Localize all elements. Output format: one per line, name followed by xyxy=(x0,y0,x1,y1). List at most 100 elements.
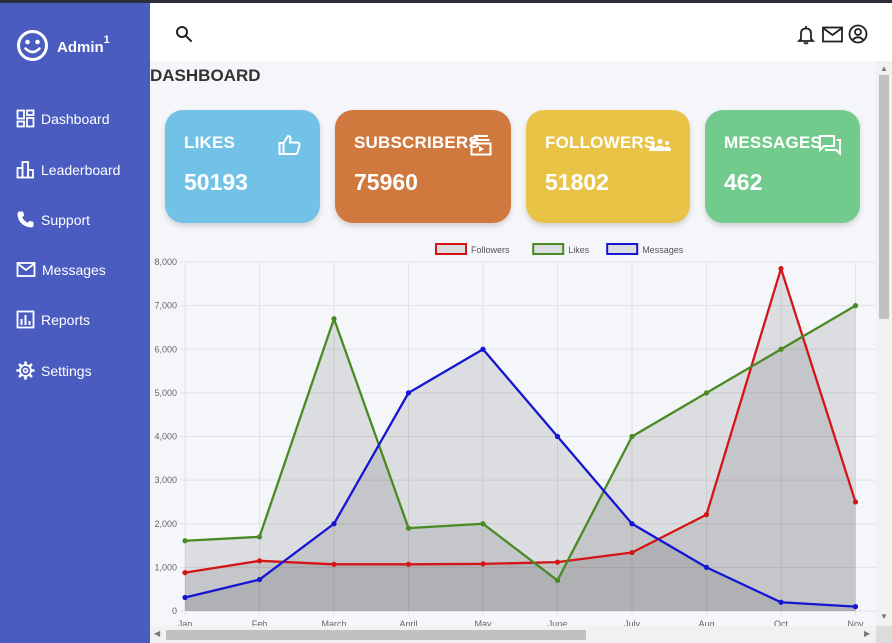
data-point-messages[interactable] xyxy=(182,594,188,601)
sidebar-item-reports[interactable]: Reports xyxy=(16,310,90,329)
messages-card[interactable]: MESSAGES 462 xyxy=(705,110,860,223)
scrollbar-thumb[interactable] xyxy=(166,630,586,640)
sidebar-item-label: Reports xyxy=(41,311,91,328)
likes-card[interactable]: LIKES 50193 xyxy=(165,110,320,223)
x-tick-label: May xyxy=(474,619,492,626)
data-point-followers[interactable] xyxy=(629,549,635,556)
y-tick-label: 8,000 xyxy=(154,257,177,267)
data-point-likes[interactable] xyxy=(629,433,635,440)
data-point-likes[interactable] xyxy=(331,316,337,322)
card-title: MESSAGES xyxy=(724,133,822,152)
bell-icon[interactable] xyxy=(797,25,815,45)
thumbs-up-icon xyxy=(278,134,301,155)
y-tick-label: 0 xyxy=(172,606,177,616)
subscribers-card[interactable]: SUBSCRIBERS 75960 xyxy=(335,110,511,223)
data-point-messages[interactable] xyxy=(331,521,337,527)
followers-card[interactable]: FOLLOWERS 51802 xyxy=(526,110,690,223)
data-point-likes[interactable] xyxy=(182,538,188,544)
data-point-followers[interactable] xyxy=(778,265,784,272)
scroll-left-arrow[interactable]: ◀ xyxy=(154,629,160,638)
legend-swatch[interactable] xyxy=(606,243,639,255)
sidebar-item-label: Settings xyxy=(41,362,92,379)
legend-swatch[interactable] xyxy=(435,243,467,255)
data-point-likes[interactable] xyxy=(405,525,412,531)
data-point-followers[interactable] xyxy=(256,558,263,564)
data-point-followers[interactable] xyxy=(554,559,561,565)
y-tick-label: 3,000 xyxy=(154,475,177,485)
data-point-messages[interactable] xyxy=(480,346,486,352)
data-point-followers[interactable] xyxy=(703,511,710,518)
data-point-followers[interactable] xyxy=(405,561,412,567)
x-tick-label: April xyxy=(399,619,417,626)
sidebar-item-label: Leaderboard xyxy=(41,161,121,178)
card-title: LIKES xyxy=(184,133,236,152)
data-point-messages[interactable] xyxy=(703,564,710,570)
data-point-messages[interactable] xyxy=(852,604,859,610)
x-tick-label: July xyxy=(624,619,641,626)
card-title: SUBSCRIBERS xyxy=(354,133,480,152)
y-tick-label: 1,000 xyxy=(154,562,177,572)
data-point-likes[interactable] xyxy=(480,521,486,527)
data-point-followers[interactable] xyxy=(480,561,486,567)
page-title: DASHBOARD xyxy=(150,66,261,85)
sidebar-item-dashboard[interactable]: Dashboard xyxy=(16,109,110,128)
brand-name: Admin1 xyxy=(57,34,110,56)
x-tick-label: Nov xyxy=(847,619,864,626)
horizontal-scrollbar[interactable]: ◀ ▶ xyxy=(150,626,876,643)
sidebar-item-label: Dashboard xyxy=(41,110,110,127)
scroll-right-arrow[interactable]: ▶ xyxy=(864,629,870,638)
vertical-scrollbar[interactable]: ▲ ▼ xyxy=(876,61,892,626)
x-tick-label: Aug xyxy=(698,619,714,626)
sidebar-item-support[interactable]: Support xyxy=(16,210,90,229)
y-tick-label: 7,000 xyxy=(154,301,177,311)
mail-icon[interactable] xyxy=(822,26,843,43)
line-chart: 0 1,000 2,000 3,000 4,000 5,000 6,000 7,000 8,00… xyxy=(154,243,876,626)
data-point-likes[interactable] xyxy=(778,346,784,352)
data-point-likes[interactable] xyxy=(703,390,710,396)
gear-icon xyxy=(16,361,35,380)
legend-label[interactable]: Likes xyxy=(568,245,590,255)
data-point-messages[interactable] xyxy=(629,521,635,527)
x-tick-label: Feb xyxy=(252,619,268,626)
scroll-up-arrow[interactable]: ▲ xyxy=(880,64,888,73)
phone-icon xyxy=(17,211,34,228)
smiley-icon xyxy=(17,30,48,61)
report-icon xyxy=(16,310,35,329)
dashboard-icon xyxy=(16,109,35,128)
scroll-down-arrow[interactable]: ▼ xyxy=(880,612,888,621)
top-bar xyxy=(150,3,892,61)
mail-icon xyxy=(16,262,36,277)
data-point-likes[interactable] xyxy=(256,534,263,540)
y-tick-label: 2,000 xyxy=(154,519,177,529)
sidebar-item-messages[interactable]: Messages xyxy=(16,260,106,279)
data-point-messages[interactable] xyxy=(256,576,263,583)
card-title: FOLLOWERS xyxy=(545,133,656,152)
data-point-likes[interactable] xyxy=(554,577,561,584)
data-point-followers[interactable] xyxy=(182,570,188,576)
card-value: 462 xyxy=(724,169,763,195)
scrollbar-thumb[interactable] xyxy=(879,75,889,319)
search-icon[interactable] xyxy=(175,25,193,43)
brand-name-text: Admin xyxy=(57,39,104,56)
sidebar-item-settings[interactable]: Settings xyxy=(16,361,92,380)
legend-label[interactable]: Messages xyxy=(642,245,684,255)
account-icon[interactable] xyxy=(848,24,868,44)
data-point-messages[interactable] xyxy=(778,599,784,605)
data-point-messages[interactable] xyxy=(554,433,561,440)
x-tick-label: March xyxy=(321,619,346,626)
legend-swatch[interactable] xyxy=(532,243,565,255)
chat-icon xyxy=(819,135,841,156)
y-tick-label: 4,000 xyxy=(154,432,177,442)
x-tick-label: Oct xyxy=(774,619,789,626)
data-point-followers[interactable] xyxy=(331,561,337,567)
brand[interactable]: Admin1 xyxy=(16,29,110,62)
y-tick-label: 6,000 xyxy=(154,344,177,354)
legend-label[interactable]: Followers xyxy=(471,245,510,255)
sidebar-item-leaderboard[interactable]: Leaderboard xyxy=(16,160,120,179)
card-value: 51802 xyxy=(545,169,609,195)
data-point-followers[interactable] xyxy=(852,499,859,505)
data-point-messages[interactable] xyxy=(405,390,412,396)
subscriptions-icon xyxy=(470,135,492,156)
sidebar-item-label: Support xyxy=(41,211,91,228)
data-point-likes[interactable] xyxy=(852,303,859,309)
